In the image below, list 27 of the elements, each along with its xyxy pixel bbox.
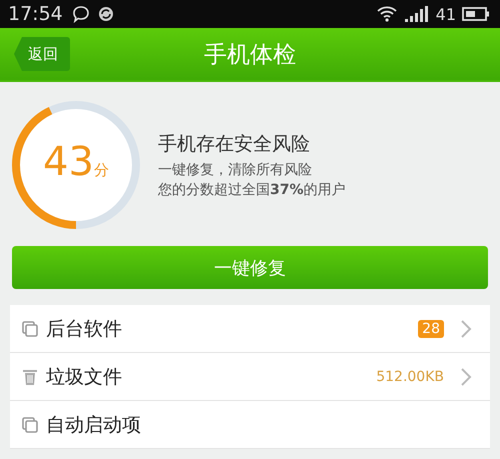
rank-text: 您的分数超过全国37%的用户 <box>158 181 346 199</box>
signal-icon <box>404 5 430 23</box>
page-title: 手机体检 <box>204 40 296 70</box>
fix-hint: 一键修复，清除所有风险 <box>158 161 313 179</box>
score-value: 43 <box>43 139 94 185</box>
wifi-icon <box>376 5 398 23</box>
sync-icon <box>96 5 115 23</box>
check-item[interactable]: 后台软件 28 <box>10 305 490 353</box>
back-button[interactable]: 返回 <box>14 37 70 71</box>
battery-icon <box>462 6 490 22</box>
score-unit: 分 <box>94 161 109 180</box>
check-item[interactable]: 垃圾文件 512.00KB <box>10 353 490 401</box>
item-label: 自动启动项 <box>46 412 141 438</box>
stacked-squares-icon <box>22 416 38 432</box>
count-badge: 28 <box>418 320 444 338</box>
stacked-squares-icon <box>22 320 38 336</box>
risk-headline: 手机存在安全风险 <box>158 132 311 157</box>
item-label: 垃圾文件 <box>46 364 122 390</box>
check-item[interactable]: 自动启动项 <box>10 401 490 449</box>
item-label: 后台软件 <box>46 316 122 342</box>
clock-time: 17:54 <box>8 3 63 25</box>
chat-bubble-icon <box>70 4 91 24</box>
file-size: 512.00KB <box>376 368 444 384</box>
chevron-right-icon <box>460 318 472 338</box>
battery-level: 41 <box>436 4 456 24</box>
chevron-right-icon <box>460 366 472 386</box>
trash-icon <box>22 368 38 386</box>
